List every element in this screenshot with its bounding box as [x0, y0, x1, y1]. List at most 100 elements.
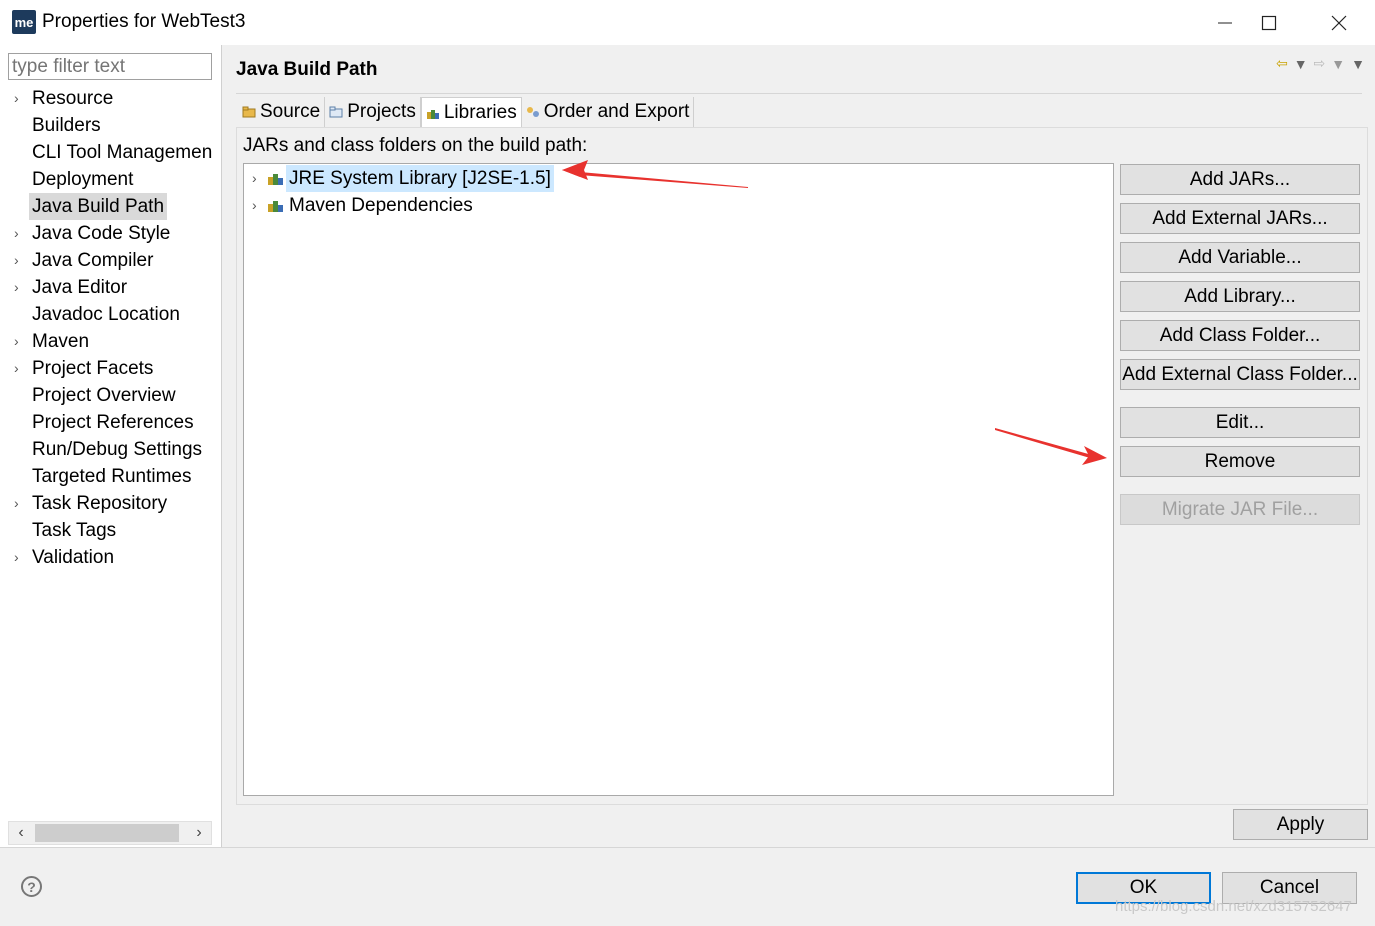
expand-chevron-icon[interactable]: › [14, 355, 26, 382]
sidebar-item[interactable]: › Java Editor [0, 274, 222, 301]
window-title: Properties for WebTest3 [42, 11, 246, 32]
expand-chevron-icon[interactable]: › [14, 85, 26, 112]
sidebar-item-label: Java Build Path [29, 193, 168, 220]
title-divider [236, 93, 1362, 94]
sidebar-item[interactable]: › Java Compiler [0, 247, 222, 274]
sidebar-item[interactable]: › Java Code Style [0, 220, 222, 247]
sidebar-item[interactable]: Builders [0, 112, 222, 139]
title-bar: me Properties for WebTest3 [0, 0, 1375, 45]
expand-chevron-icon[interactable]: › [14, 328, 26, 355]
expand-chevron-icon[interactable]: › [14, 490, 26, 517]
forward-dropdown-icon[interactable]: ▼ [1331, 56, 1345, 72]
sidebar-item-label: Validation [32, 547, 115, 568]
expand-chevron-icon[interactable]: › [252, 165, 257, 192]
remove-button[interactable]: Remove [1120, 446, 1360, 477]
add-variable-button[interactable]: Add Variable... [1120, 242, 1360, 273]
apply-button[interactable]: Apply [1233, 809, 1368, 840]
expand-chevron-icon[interactable]: › [252, 192, 257, 219]
sidebar-item-label: Javadoc Location [32, 304, 180, 325]
sidebar-item-label: Java Editor [32, 277, 128, 298]
projects-icon [329, 106, 343, 118]
sidebar-item[interactable]: › Maven [0, 328, 222, 355]
add-jars-button[interactable]: Add JARs... [1120, 164, 1360, 195]
sidebar-item[interactable]: Project Overview [0, 382, 222, 409]
sidebar-item[interactable]: Targeted Runtimes [0, 463, 222, 490]
expand-chevron-icon[interactable]: › [14, 274, 26, 301]
expand-chevron-icon[interactable]: › [14, 544, 26, 571]
library-item-jre[interactable]: › JRE System Library [J2SE-1.5] [244, 165, 644, 192]
sidebar-item-label: Targeted Runtimes [32, 466, 192, 487]
sidebar-item-label: Project References [32, 412, 194, 433]
sidebar-item[interactable]: Project References [0, 409, 222, 436]
help-icon[interactable]: ? [21, 876, 42, 897]
sidebar-item[interactable]: › Task Repository [0, 490, 222, 517]
sidebar-item[interactable]: CLI Tool Managemen [0, 139, 222, 166]
add-class-folder-button[interactable]: Add Class Folder... [1120, 320, 1360, 351]
library-label: Maven Dependencies [289, 195, 473, 216]
order-export-icon [526, 107, 539, 117]
app-logo: me [12, 10, 36, 34]
sidebar-item-label: Run/Debug Settings [32, 439, 203, 460]
tab-projects[interactable]: Projects [325, 97, 421, 127]
library-icon [268, 174, 283, 185]
scroll-right-icon[interactable]: › [187, 822, 211, 844]
sidebar-tree: › Resource Builders CLI Tool Managemen Deplo… [0, 85, 222, 571]
tab-strip: Source Projects Libraries Order and Expo… [238, 97, 695, 127]
migrate-jar-button[interactable]: Migrate JAR File... [1120, 494, 1360, 525]
sidebar-item-label: Task Tags [32, 520, 117, 541]
tab-source[interactable]: Source [238, 97, 326, 127]
add-external-jars-button[interactable]: Add External JARs... [1120, 203, 1360, 234]
sidebar-item-label: Maven [32, 331, 90, 352]
scrollbar-thumb[interactable] [35, 824, 179, 842]
sidebar-item-label: Java Compiler [32, 250, 154, 271]
expand-chevron-icon[interactable]: › [14, 220, 26, 247]
tab-order-and-export[interactable]: Order and Export [522, 97, 695, 127]
navigation-arrows: ⇦ ▼ ⇨ ▼ ▼ [1276, 55, 1365, 72]
sidebar-item-label: Resource [32, 88, 114, 109]
filter-input[interactable] [8, 53, 212, 80]
maximize-button[interactable] [1234, 0, 1304, 45]
libraries-tree[interactable]: › JRE System Library [J2SE-1.5] › Maven … [243, 163, 1114, 796]
page-title: Java Build Path [236, 59, 378, 80]
library-icon [268, 201, 283, 212]
sidebar-item-label: CLI Tool Managemen [32, 142, 213, 163]
horizontal-scrollbar[interactable]: ‹ › [8, 821, 212, 845]
sidebar-item-label: Deployment [32, 169, 134, 190]
dialog-footer: ? OK Cancel https://blog.csdn.net/xzd315… [0, 847, 1375, 926]
source-folder-icon [242, 106, 256, 118]
view-menu-icon[interactable]: ▼ [1351, 56, 1365, 72]
back-arrow-icon[interactable]: ⇦ [1276, 55, 1288, 72]
forward-arrow-icon[interactable]: ⇨ [1314, 55, 1326, 72]
sidebar-item[interactable]: › Resource [0, 85, 222, 112]
close-button[interactable] [1304, 0, 1374, 45]
sidebar-item-label: Task Repository [32, 493, 168, 514]
libraries-description: JARs and class folders on the build path… [243, 135, 588, 156]
back-dropdown-icon[interactable]: ▼ [1294, 56, 1308, 72]
close-icon [1331, 15, 1347, 30]
library-label: JRE System Library [J2SE-1.5] [286, 165, 554, 192]
sidebar: › Resource Builders CLI Tool Managemen Deplo… [0, 45, 222, 847]
sidebar-item[interactable]: Deployment [0, 166, 222, 193]
scroll-left-icon[interactable]: ‹ [9, 822, 33, 844]
sidebar-item[interactable]: Java Build Path [0, 193, 222, 220]
minimize-icon [1218, 22, 1232, 23]
main-panel: Java Build Path ⇦ ▼ ⇨ ▼ ▼ Source Project… [223, 45, 1375, 847]
library-item-maven[interactable]: › Maven Dependencies [244, 192, 644, 219]
maximize-icon [1261, 15, 1277, 30]
sidebar-item[interactable]: › Validation [0, 544, 222, 571]
sidebar-item[interactable]: Task Tags [0, 517, 222, 544]
edit-button[interactable]: Edit... [1120, 407, 1360, 438]
sidebar-item[interactable]: › Project Facets [0, 355, 222, 382]
sidebar-item-label: Project Facets [32, 358, 154, 379]
tab-libraries[interactable]: Libraries [420, 97, 522, 127]
add-external-class-folder-button[interactable]: Add External Class Folder... [1120, 359, 1360, 390]
add-library-button[interactable]: Add Library... [1120, 281, 1360, 312]
sidebar-item[interactable]: Run/Debug Settings [0, 436, 222, 463]
sidebar-item-label: Java Code Style [32, 223, 171, 244]
sidebar-item-label: Project Overview [32, 385, 176, 406]
libraries-icon [426, 109, 439, 119]
expand-chevron-icon[interactable]: › [14, 247, 26, 274]
sidebar-item-label: Builders [32, 115, 101, 136]
sidebar-item[interactable]: Javadoc Location [0, 301, 222, 328]
watermark: https://blog.csdn.net/xzd315752647 [1115, 898, 1352, 915]
